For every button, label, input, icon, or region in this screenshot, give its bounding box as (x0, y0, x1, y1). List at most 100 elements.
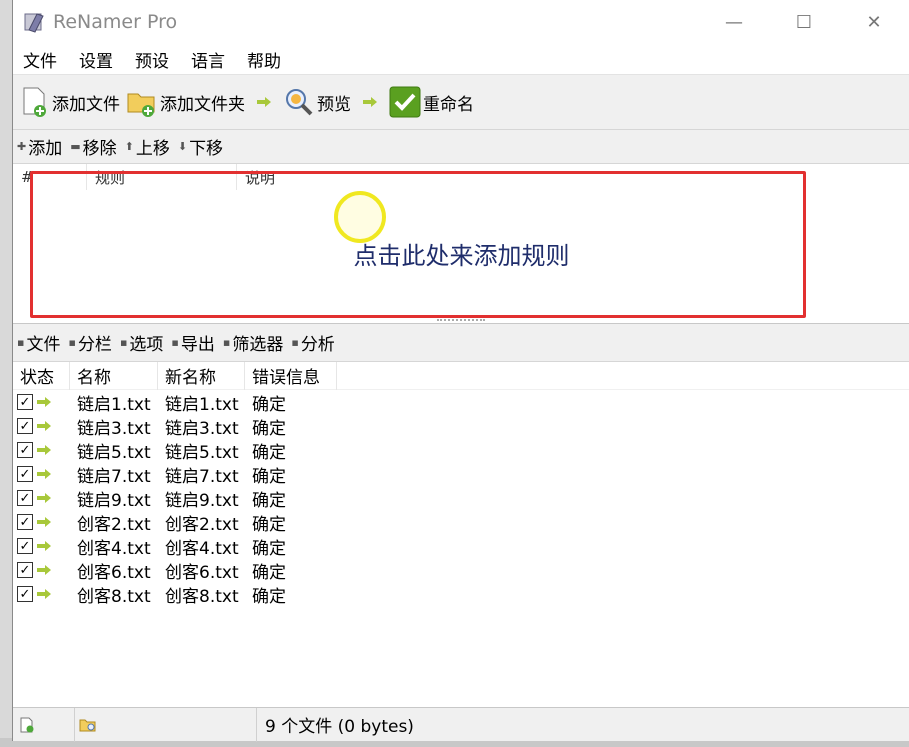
table-row[interactable]: ✓ 链启7.txt 链启7.txt 确定 (13, 462, 909, 487)
plus-icon: ✚ (17, 140, 27, 153)
magnifier-icon (286, 89, 313, 116)
status-add-folder[interactable] (75, 707, 257, 742)
add-files-button[interactable]: 添加文件 (17, 82, 123, 122)
close-button[interactable]: ✕ (839, 0, 909, 44)
menu-language[interactable]: 语言 (191, 47, 225, 72)
table-row[interactable]: ✓ 创客4.txt 创客4.txt 确定 (13, 534, 909, 559)
file-name: 创客2.txt (77, 514, 151, 535)
row-checkbox[interactable]: ✓ (17, 586, 33, 602)
minimize-button[interactable]: — (699, 0, 769, 44)
file-error: 确定 (252, 394, 286, 415)
arrow-right-icon (37, 517, 51, 527)
maximize-button[interactable]: ☐ (769, 0, 839, 44)
folder-search-icon (79, 719, 96, 731)
row-checkbox[interactable]: ✓ (17, 466, 33, 482)
minimize-icon: — (725, 11, 743, 33)
add-file-icon (23, 87, 46, 117)
add-file-icon (20, 717, 34, 732)
row-checkbox[interactable]: ✓ (17, 418, 33, 434)
rules-toolbar: ✚ 添加 ▬ 移除 ⬆ 上移 ⬇ 下移 (13, 130, 909, 164)
file-name: 创客4.txt (77, 538, 151, 559)
dropdown-icon: ▪ (119, 336, 128, 349)
menu-settings[interactable]: 设置 (79, 47, 113, 72)
filters-menu-label: 筛选器 (232, 335, 284, 355)
options-menu-button[interactable]: ▪ 选项 (120, 330, 163, 355)
dropdown-icon: ▪ (171, 336, 179, 349)
file-error: 确定 (252, 538, 286, 559)
file-name: 创客8.txt (77, 586, 151, 607)
arrow-right-icon (37, 493, 51, 503)
table-row[interactable]: ✓ 链启3.txt 链启3.txt 确定 (13, 414, 909, 439)
rename-button[interactable]: 重命名 (386, 82, 477, 122)
move-up-button[interactable]: ⬆ 上移 (125, 134, 170, 159)
files-menu-button[interactable]: ▪ 文件 (17, 330, 60, 355)
columns-menu-button[interactable]: ▪ 分栏 (68, 330, 111, 355)
add-files-label: 添加文件 (52, 94, 120, 115)
row-checkbox[interactable]: ✓ (17, 442, 33, 458)
status-summary: 9 个文件 (0 bytes) (265, 717, 414, 737)
table-row[interactable]: ✓ 链启5.txt 链启5.txt 确定 (13, 438, 909, 463)
file-new-name: 链启5.txt (165, 442, 239, 463)
title-bar[interactable]: ReNamer Pro — ☐ ✕ (13, 0, 909, 44)
row-checkbox[interactable]: ✓ (17, 490, 33, 506)
table-row[interactable]: ✓ 链启9.txt 链启9.txt 确定 (13, 486, 909, 511)
arrow-down-icon: ⬇ (177, 140, 188, 153)
file-new-name: 创客6.txt (165, 562, 239, 583)
files-col-new-name[interactable]: 新名称 (158, 361, 245, 390)
remove-rule-label: 移除 (82, 139, 117, 159)
files-col-status[interactable]: 状态 (13, 361, 70, 390)
main-toolbar: 添加文件 添加文件夹 预览 重命名 (13, 74, 909, 130)
row-checkbox[interactable]: ✓ (17, 514, 33, 530)
export-menu-label: 导出 (180, 335, 215, 355)
files-table-header: 状态 名称 新名称 错误信息 (13, 361, 909, 390)
table-row[interactable]: ✓ 创客2.txt 创客2.txt 确定 (13, 510, 909, 535)
file-new-name: 创客4.txt (165, 538, 239, 559)
preview-label: 预览 (317, 94, 351, 115)
dropdown-icon: ▪ (222, 336, 231, 349)
workflow-arrow-icon (254, 82, 274, 122)
file-new-name: 链启1.txt (165, 394, 239, 415)
files-col-name[interactable]: 名称 (70, 361, 158, 390)
columns-menu-label: 分栏 (77, 335, 112, 355)
file-new-name: 链启7.txt (165, 466, 239, 487)
rules-table[interactable]: # 规则 说明 点击此处来添加规则 (13, 164, 909, 324)
file-name: 链启9.txt (77, 490, 151, 511)
window-title: ReNamer Pro (53, 11, 178, 33)
row-checkbox[interactable]: ✓ (17, 538, 33, 554)
click-indicator (334, 191, 386, 243)
arrow-right-icon (37, 469, 51, 479)
menu-help[interactable]: 帮助 (247, 47, 281, 72)
add-folder-icon (127, 93, 155, 117)
menu-file[interactable]: 文件 (23, 47, 57, 72)
highlight-annotation (30, 171, 806, 318)
file-name: 链启7.txt (77, 466, 151, 487)
arrow-up-icon: ⬆ (124, 140, 134, 153)
export-menu-button[interactable]: ▪ 导出 (171, 330, 214, 355)
files-table[interactable]: 状态 名称 新名称 错误信息 ✓ 链启1.txt 链启1.txt 确定 ✓ 链启… (13, 361, 909, 706)
file-name: 链启1.txt (77, 394, 151, 415)
status-add-file[interactable] (13, 707, 75, 742)
row-checkbox[interactable]: ✓ (17, 562, 33, 578)
desktop-background (0, 0, 12, 747)
analyze-menu-button[interactable]: ▪ 分析 (291, 330, 334, 355)
splitter-handle[interactable] (437, 319, 485, 323)
remove-rule-button[interactable]: ▬ 移除 (70, 134, 116, 159)
row-checkbox[interactable]: ✓ (17, 394, 33, 410)
add-folder-button[interactable]: 添加文件夹 (123, 82, 248, 122)
menu-presets[interactable]: 预设 (135, 47, 169, 72)
move-down-button[interactable]: ⬇ 下移 (178, 134, 223, 159)
add-folder-label: 添加文件夹 (160, 94, 245, 115)
files-col-error[interactable]: 错误信息 (245, 361, 337, 390)
preview-button[interactable]: 预览 (280, 82, 354, 122)
file-error: 确定 (252, 442, 286, 463)
close-icon: ✕ (866, 11, 882, 33)
table-row[interactable]: ✓ 创客6.txt 创客6.txt 确定 (13, 558, 909, 583)
add-rule-label: 添加 (28, 139, 63, 159)
file-name: 链启5.txt (77, 442, 151, 463)
table-row[interactable]: ✓ 链启1.txt 链启1.txt 确定 (13, 390, 909, 415)
table-row[interactable]: ✓ 创客8.txt 创客8.txt 确定 (13, 582, 909, 607)
file-new-name: 链启9.txt (165, 490, 239, 511)
add-rule-button[interactable]: ✚ 添加 (17, 134, 62, 159)
filters-menu-button[interactable]: ▪ 筛选器 (223, 330, 283, 355)
maximize-icon: ☐ (795, 11, 813, 33)
